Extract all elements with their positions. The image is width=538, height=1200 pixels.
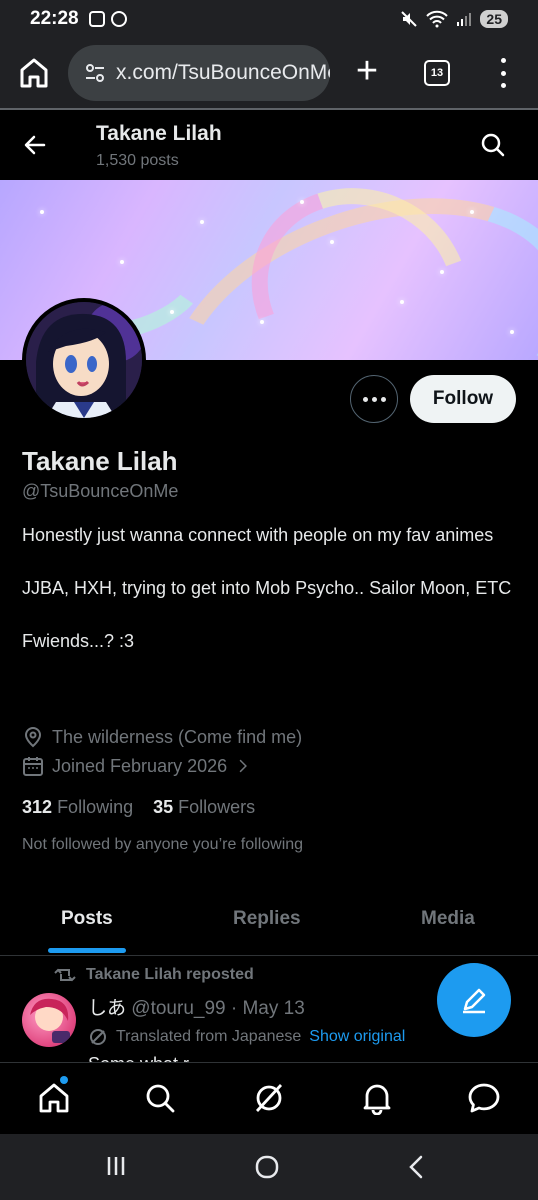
translated-label: Translated from Japanese — [116, 1028, 302, 1045]
repost-indicator: Takane Lilah reposted — [54, 966, 254, 984]
bottom-navigation — [0, 1062, 538, 1134]
tab-posts[interactable]: Posts — [61, 908, 113, 930]
follow-button[interactable]: Follow — [410, 375, 516, 423]
more-options-button[interactable] — [350, 375, 398, 423]
bio-line: Fwiends...? :3 — [22, 631, 135, 651]
bio-line: JJBA, HXH, trying to get into Mob Psycho… — [22, 578, 512, 598]
back-arrow-icon[interactable] — [22, 132, 48, 158]
profile-avatar[interactable] — [22, 298, 146, 422]
followers-count: 35 — [153, 797, 174, 817]
repost-icon — [54, 968, 76, 982]
nav-grok-icon[interactable] — [252, 1081, 286, 1115]
followers-label: Followers — [178, 797, 256, 817]
profile-stats: 312 Following 35 Followers — [22, 797, 255, 818]
site-settings-icon[interactable] — [84, 62, 106, 84]
joined-text: Joined February 2026 — [52, 755, 228, 776]
profile-header-bar: Takane Lilah 1,530 posts — [0, 112, 538, 180]
search-icon[interactable] — [480, 132, 506, 158]
post-author-handle: @touru_99 · May 13 — [131, 998, 305, 1019]
home-notification-dot — [60, 1076, 68, 1084]
tab-replies[interactable]: Replies — [233, 908, 301, 930]
signal-icon — [457, 13, 472, 26]
profile-display-name: Takane Lilah — [22, 446, 178, 476]
new-tab-button[interactable]: + — [352, 52, 382, 90]
profile-handle: @TsuBounceOnMe — [22, 481, 179, 501]
following-label: Following — [57, 797, 134, 817]
translate-icon — [90, 1029, 106, 1045]
system-navigation-bar — [0, 1134, 538, 1200]
post-header: しあ @touru_99 · May 13 — [88, 993, 305, 1020]
translation-note: Translated from Japanese Show original — [88, 1027, 405, 1047]
mute-icon — [401, 11, 418, 27]
post-author-name[interactable]: しあ — [88, 998, 126, 1019]
post-text: Some what r — [88, 1054, 189, 1062]
tab-switcher-button[interactable]: 13 — [424, 60, 450, 86]
location-pin-icon — [24, 726, 42, 748]
status-bar: 22:28 25 — [0, 0, 538, 38]
show-original-link[interactable]: Show original — [309, 1028, 405, 1046]
bio-line: Honestly just wanna connect with people … — [22, 525, 494, 545]
following-count: 312 — [22, 797, 53, 817]
profile-bio: Honestly just wanna connect with people … — [22, 522, 522, 655]
home-icon[interactable] — [18, 56, 50, 90]
browser-menu-button[interactable] — [494, 58, 512, 88]
tab-media[interactable]: Media — [421, 908, 475, 930]
compose-icon — [463, 988, 486, 1014]
whatsapp-icon — [110, 11, 127, 27]
wifi-icon — [426, 10, 449, 28]
active-tab-indicator — [48, 948, 126, 953]
nav-notifications-icon[interactable] — [360, 1081, 394, 1115]
system-back-icon[interactable] — [404, 1154, 428, 1180]
calendar-icon — [23, 757, 43, 776]
chevron-right-icon — [239, 759, 248, 773]
compose-post-button[interactable] — [437, 963, 511, 1037]
nav-search-icon[interactable] — [143, 1081, 177, 1115]
battery-indicator: 25 — [480, 10, 508, 28]
mutual-followers-note: Not followed by anyone you’re following — [22, 836, 304, 853]
repost-label: Takane Lilah reposted — [86, 966, 254, 983]
followers-link[interactable]: 35 Followers — [153, 797, 255, 818]
address-bar[interactable]: x.com/TsuBounceOnMe — [68, 45, 330, 101]
url-text: x.com/TsuBounceOnMe — [116, 61, 330, 84]
following-link[interactable]: 312 Following — [22, 797, 133, 818]
profile-location: The wilderness (Come find me) — [22, 726, 302, 748]
nav-messages-icon[interactable] — [467, 1081, 501, 1115]
profile-joined[interactable]: Joined February 2026 — [22, 755, 251, 777]
header-title: Takane Lilah — [96, 122, 222, 145]
location-text: The wilderness (Come find me) — [52, 726, 303, 747]
status-time: 22:28 — [30, 8, 79, 29]
recent-apps-icon[interactable] — [104, 1154, 128, 1178]
nav-home-icon[interactable] — [37, 1081, 71, 1115]
post-author-avatar[interactable] — [22, 993, 76, 1047]
system-home-icon[interactable] — [254, 1154, 280, 1180]
profile-tabs: Posts Replies Media — [0, 890, 538, 956]
screenshot-icon — [88, 11, 105, 27]
browser-toolbar: x.com/TsuBounceOnMe + 13 — [0, 38, 538, 110]
header-post-count: 1,530 posts — [96, 152, 179, 169]
